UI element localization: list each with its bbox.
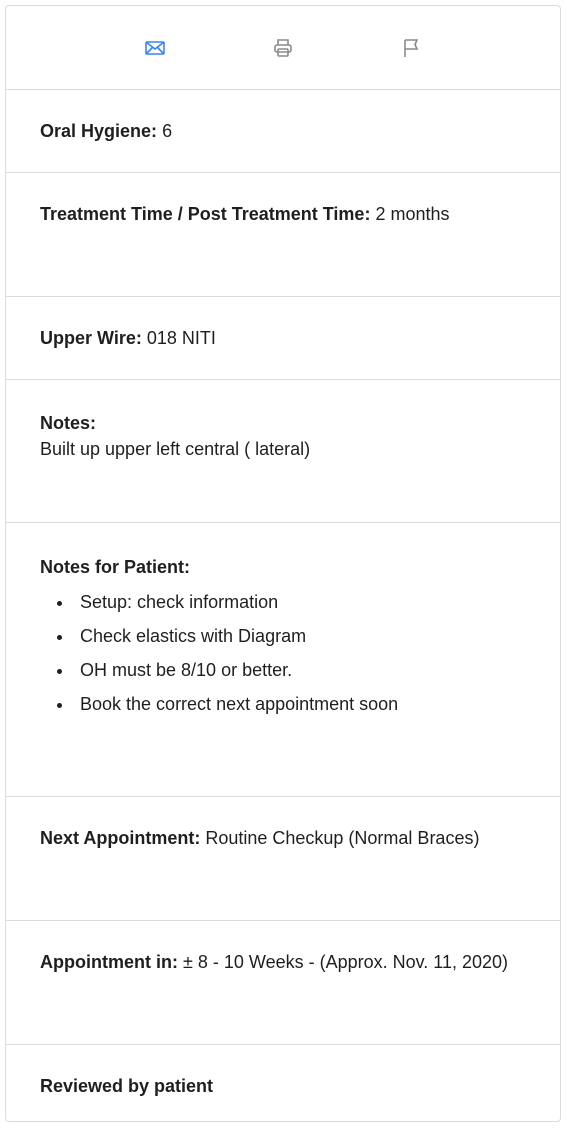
toolbar: [6, 6, 560, 90]
print-button[interactable]: [263, 28, 303, 68]
treatment-card: Oral Hygiene: 6 Treatment Time / Post Tr…: [5, 5, 561, 1122]
treatment-time-value: 2 months: [375, 204, 450, 224]
upper-wire-label: Upper Wire:: [40, 328, 142, 348]
next-appointment-row: Next Appointment: Routine Checkup (Norma…: [6, 797, 560, 921]
notes-label: Notes:: [40, 413, 97, 433]
appointment-in-value: ± 8 - 10 Weeks - (Approx. Nov. 11, 2020): [183, 952, 509, 972]
printer-icon: [274, 38, 292, 57]
notes-for-patient-label: Notes for Patient:: [40, 557, 191, 577]
email-button[interactable]: [135, 28, 175, 68]
notes-for-patient-list: Setup: check information Check elastics …: [40, 585, 526, 721]
oral-hygiene-value: 6: [162, 121, 173, 141]
treatment-time-row: Treatment Time / Post Treatment Time: 2 …: [6, 173, 560, 297]
notes-value: Built up upper left central ( lateral): [40, 439, 311, 459]
next-appointment-value: Routine Checkup (Normal Braces): [205, 828, 480, 848]
reviewed-row: Reviewed by patient: [6, 1045, 560, 1123]
treatment-time-label: Treatment Time / Post Treatment Time:: [40, 204, 371, 224]
notes-row: Notes: Built up upper left central ( lat…: [6, 380, 560, 523]
next-appointment-label: Next Appointment:: [40, 828, 201, 848]
flag-button[interactable]: [391, 28, 431, 68]
notes-for-patient-row: Notes for Patient: Setup: check informat…: [6, 523, 560, 797]
upper-wire-value: 018 NITI: [146, 328, 216, 348]
list-item: Book the correct next appointment soon: [74, 687, 526, 721]
upper-wire-row: Upper Wire: 018 NITI: [6, 297, 560, 380]
oral-hygiene-row: Oral Hygiene: 6: [6, 90, 560, 173]
appointment-in-row: Appointment in: ± 8 - 10 Weeks - (Approx…: [6, 921, 560, 1045]
envelope-icon: [145, 40, 165, 55]
flag-icon: [404, 38, 419, 57]
list-item: Setup: check information: [74, 585, 526, 619]
oral-hygiene-label: Oral Hygiene:: [40, 121, 158, 141]
reviewed-label: Reviewed by patient: [40, 1076, 214, 1096]
list-item: Check elastics with Diagram: [74, 619, 526, 653]
list-item: OH must be 8/10 or better.: [74, 653, 526, 687]
appointment-in-label: Appointment in:: [40, 952, 178, 972]
